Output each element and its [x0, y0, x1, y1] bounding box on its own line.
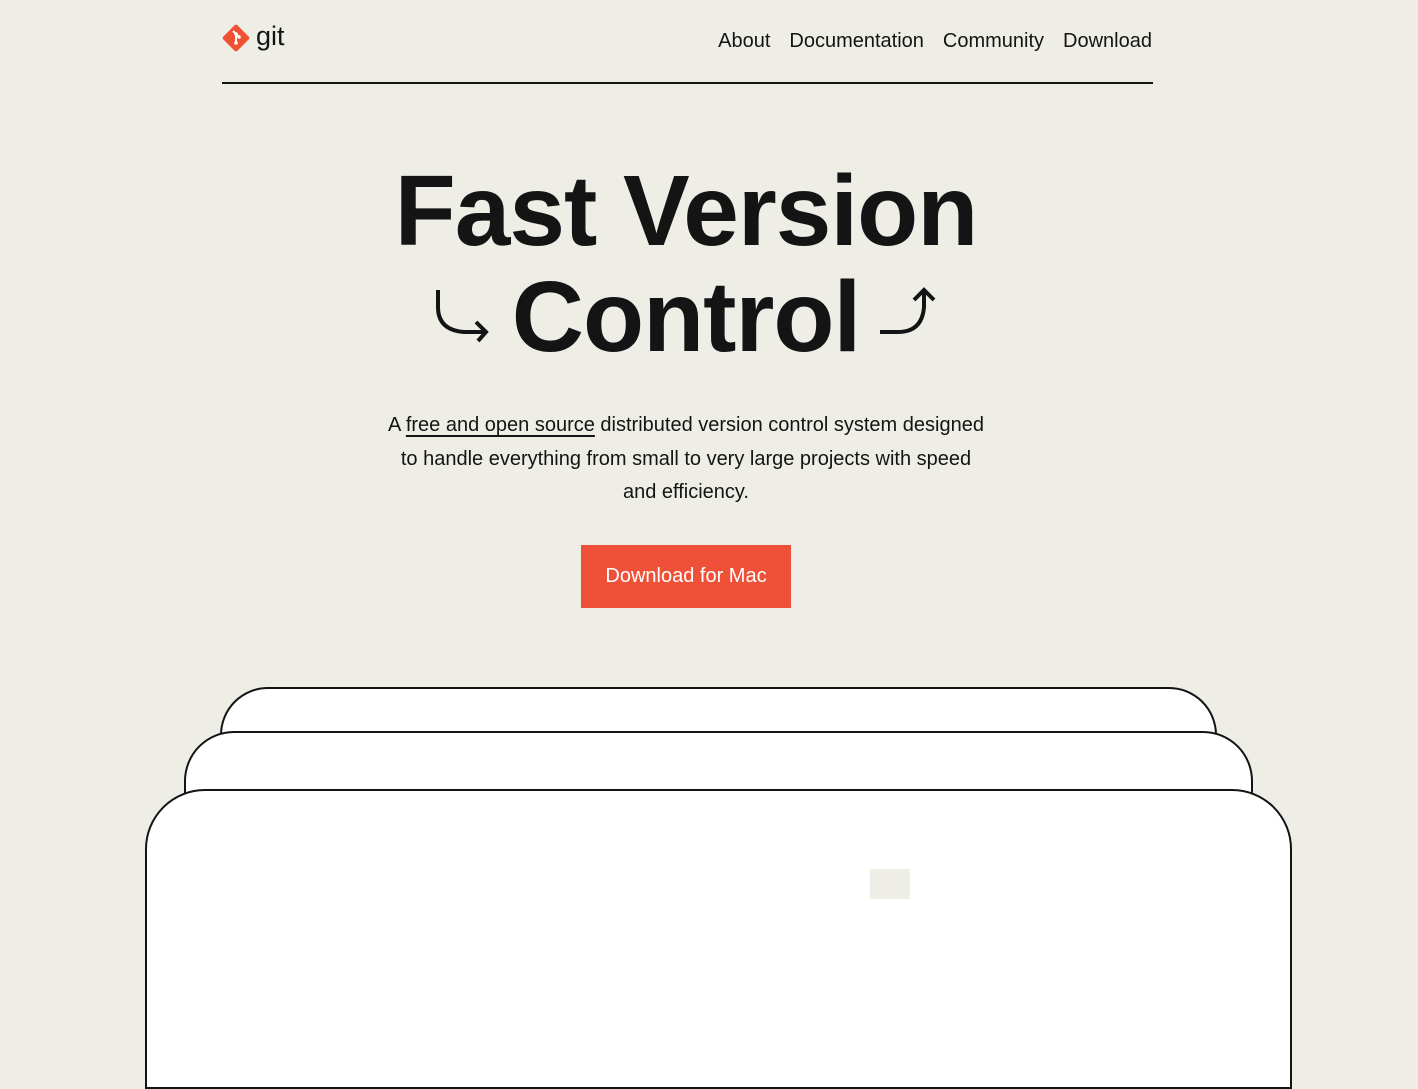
curved-arrow-up-right-icon: [880, 287, 936, 334]
download-for-mac-button[interactable]: Download for Mac: [581, 545, 791, 608]
desc-prefix: A: [388, 414, 406, 436]
main-nav: About Documentation Community Download: [718, 30, 1152, 53]
git-diamond-icon: [222, 24, 250, 52]
nav-download[interactable]: Download: [1063, 30, 1152, 53]
stacked-card-front: [145, 789, 1292, 1089]
nav-about[interactable]: About: [718, 30, 770, 53]
curved-arrow-down-right-icon: [435, 290, 489, 343]
hero-description: A free and open source distributed versi…: [386, 409, 986, 510]
card-placeholder-block: [870, 869, 910, 899]
free-open-source-link[interactable]: free and open source: [406, 414, 595, 436]
brand-name: git: [256, 20, 285, 51]
hero-title: Fast Version Control: [0, 158, 1372, 370]
hero-title-line1: Fast Version: [394, 155, 979, 267]
hero-title-line2: Control: [511, 261, 861, 373]
header-divider: [222, 82, 1153, 84]
git-logo[interactable]: git: [222, 20, 285, 52]
nav-community[interactable]: Community: [943, 30, 1044, 53]
nav-documentation[interactable]: Documentation: [789, 30, 924, 53]
